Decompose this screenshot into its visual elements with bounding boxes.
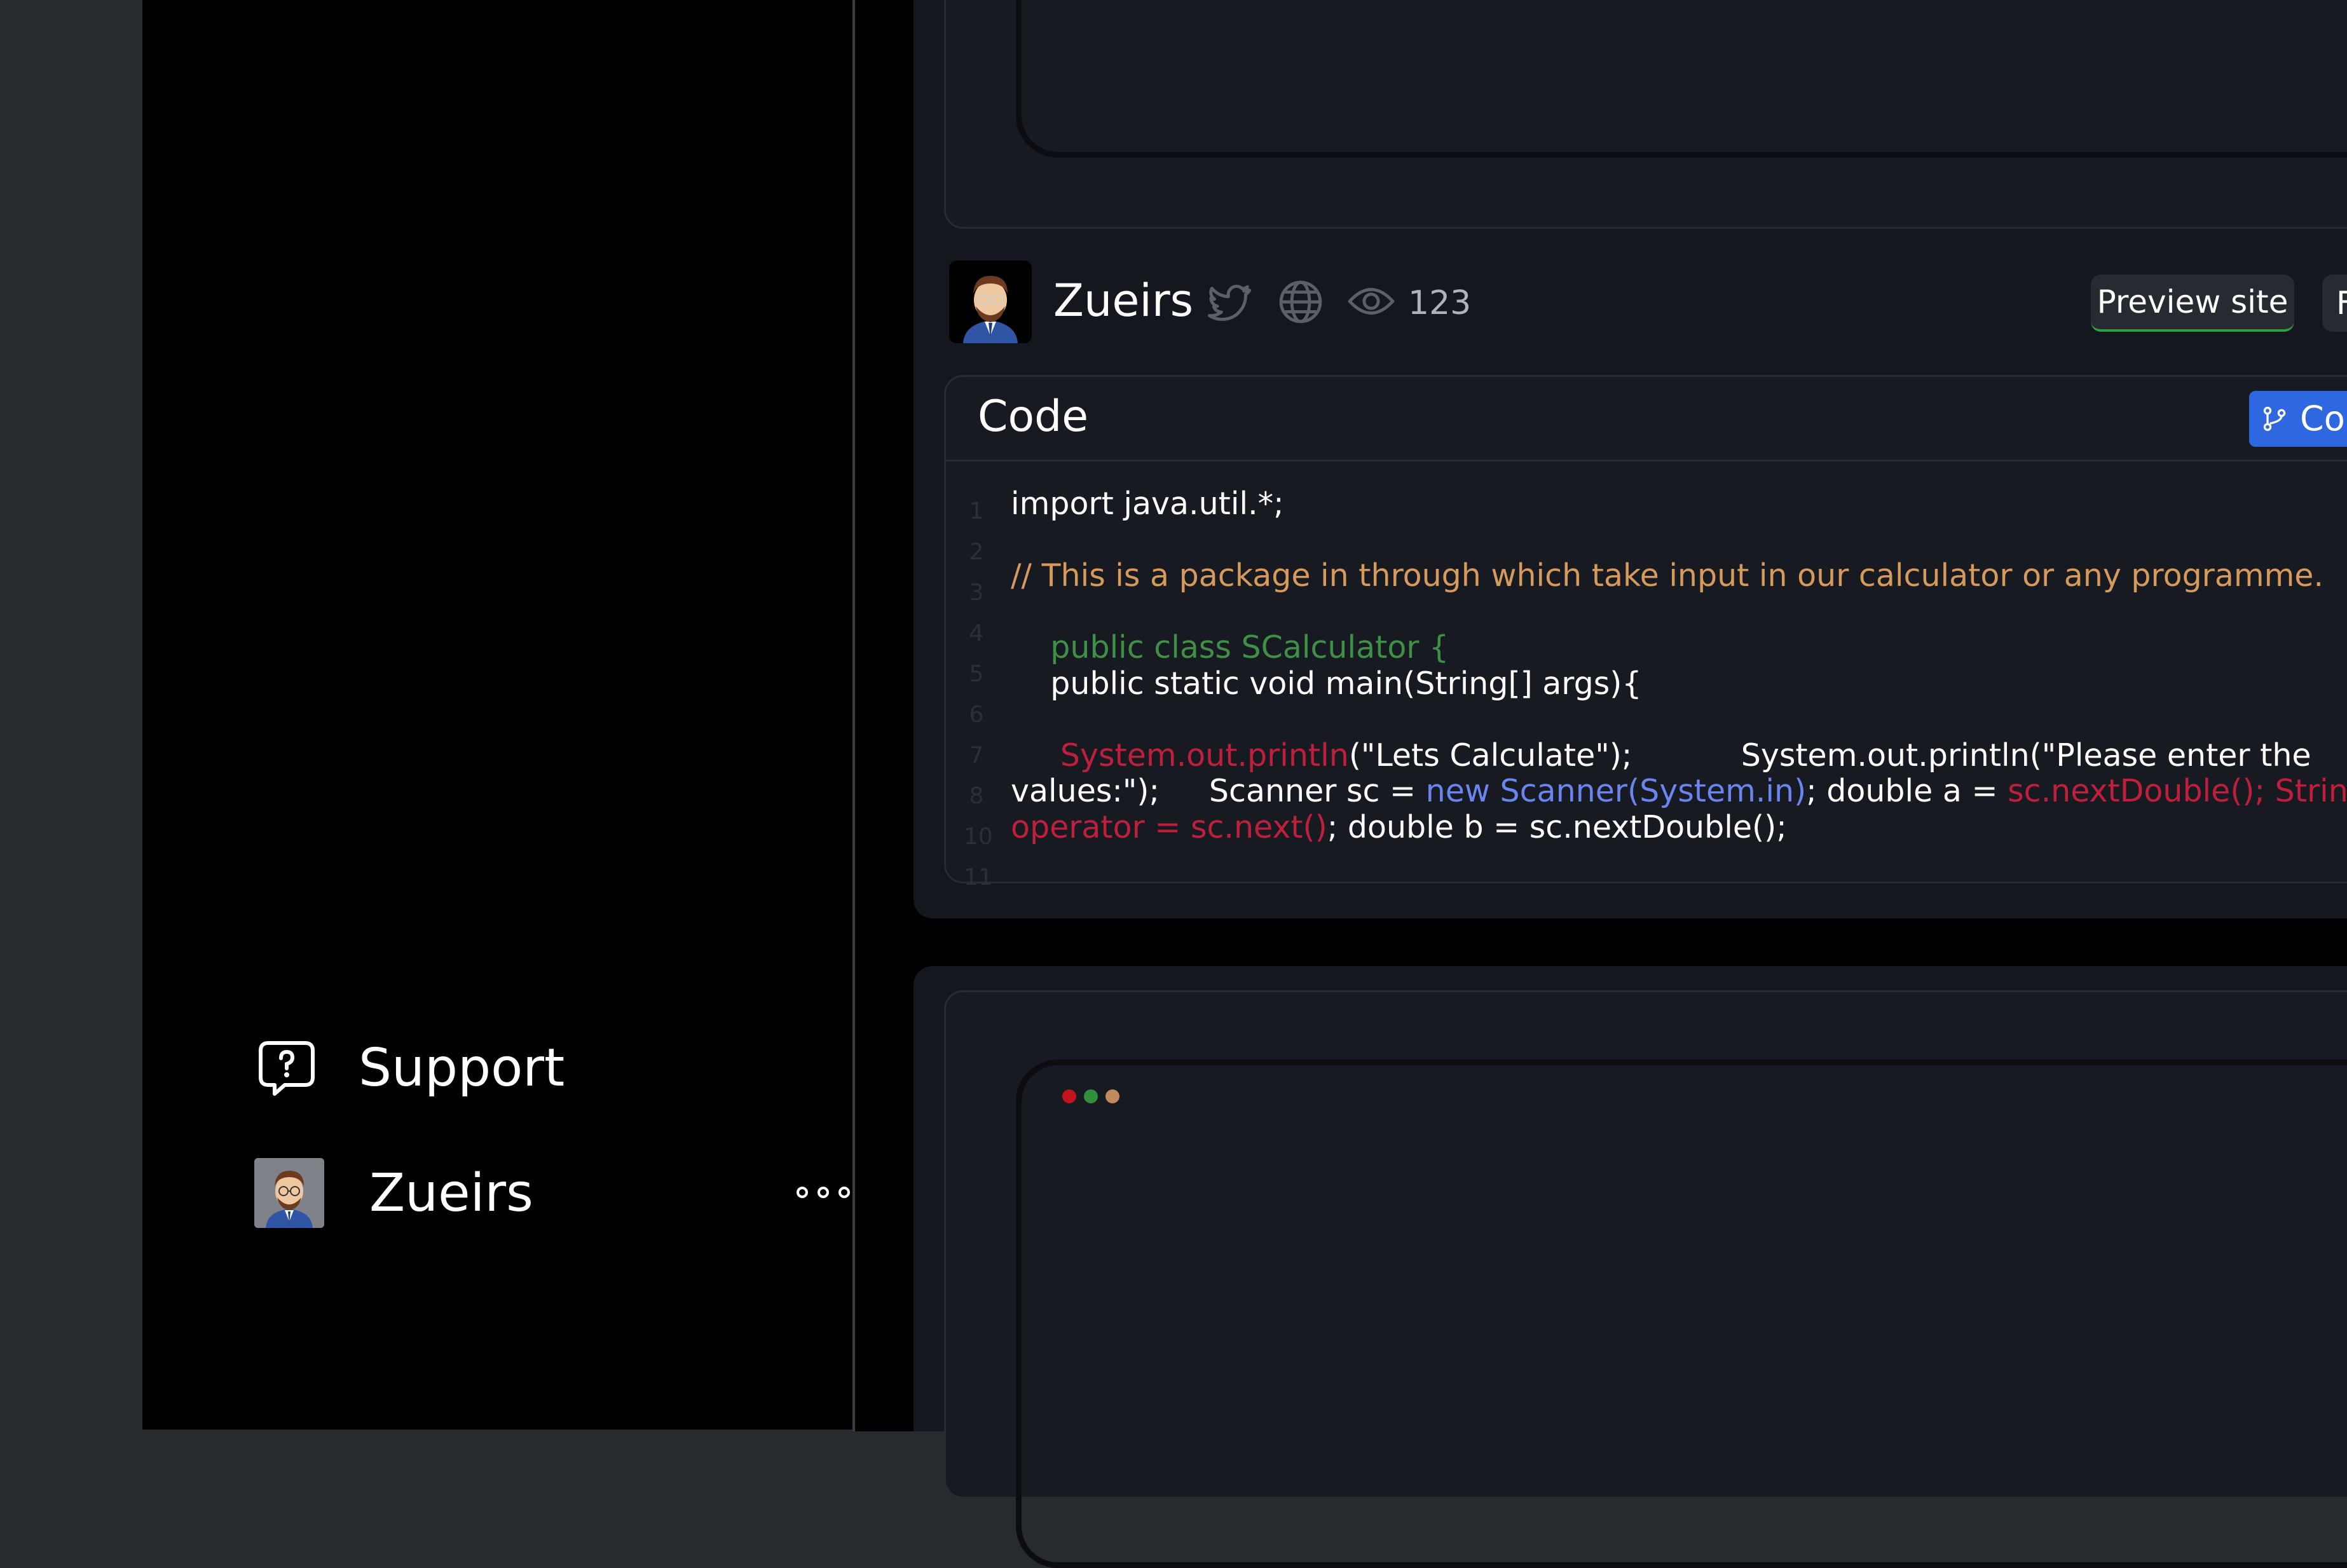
code-line: values:"); Scanner sc = new Scanner(Syst…	[1011, 773, 2347, 809]
support-link[interactable]: Support	[257, 1036, 565, 1100]
code-panel-title: Code	[978, 392, 1089, 442]
project-author-row: Zueirs 123 Preview site F	[949, 261, 2347, 343]
secondary-action-button[interactable]: F	[2322, 275, 2347, 332]
twitter-icon[interactable]	[1205, 278, 1252, 325]
code-comment: // This is a package in through which ta…	[1011, 557, 2324, 594]
code-line: public class SCalculator {	[1011, 629, 1449, 665]
view-count: 123	[1408, 284, 1472, 322]
copy-button-label: Copy	[2300, 399, 2347, 439]
code-line: System.out.println("Lets Calculate"); Sy…	[1011, 737, 2311, 774]
ellipsis-icon[interactable]	[797, 1181, 850, 1204]
copy-button[interactable]: Copy	[2249, 391, 2347, 447]
line-number-gutter: 1 2 3 4 5 6 7 8 10 11	[964, 498, 993, 890]
preview-site-button[interactable]: Preview site	[2091, 275, 2294, 332]
globe-icon[interactable]	[1277, 278, 1324, 325]
git-branch-icon	[2263, 406, 2286, 432]
site-preview-frame[interactable]	[944, 990, 2347, 1568]
code-line: public static void main(String[] args){	[1011, 665, 1642, 702]
code-panel: Code Copy 1 2 3 4 5 6 7 8 10 11 import j…	[944, 375, 2347, 890]
window-controls	[1062, 1089, 1119, 1103]
minimize-dot-icon	[1105, 1089, 1119, 1103]
support-label: Support	[359, 1037, 565, 1098]
help-chat-bubble-icon	[257, 1038, 317, 1098]
code-block[interactable]: import java.util.*; // This is a package…	[1011, 486, 2347, 845]
author-name[interactable]: Zueirs	[1053, 273, 1193, 328]
avatar[interactable]	[254, 1158, 324, 1228]
eye-icon	[1348, 288, 1395, 315]
maximize-dot-icon	[1084, 1089, 1098, 1103]
code-line: operator = sc.next(); double b = sc.next…	[1011, 808, 1787, 845]
avatar[interactable]	[949, 261, 1032, 343]
code-panel-divider	[946, 460, 2347, 461]
sidebar-user-name: Zueirs	[369, 1163, 533, 1224]
browser-window-mock	[1016, 0, 2347, 158]
close-dot-icon	[1062, 1089, 1076, 1103]
sidebar: Support Zueirs	[142, 0, 852, 1429]
sidebar-user[interactable]: Zueirs	[254, 1158, 852, 1228]
browser-window-mock	[1016, 1060, 2347, 1568]
code-line: import java.util.*;	[1011, 486, 1284, 522]
site-preview-frame[interactable]	[944, 0, 2347, 229]
